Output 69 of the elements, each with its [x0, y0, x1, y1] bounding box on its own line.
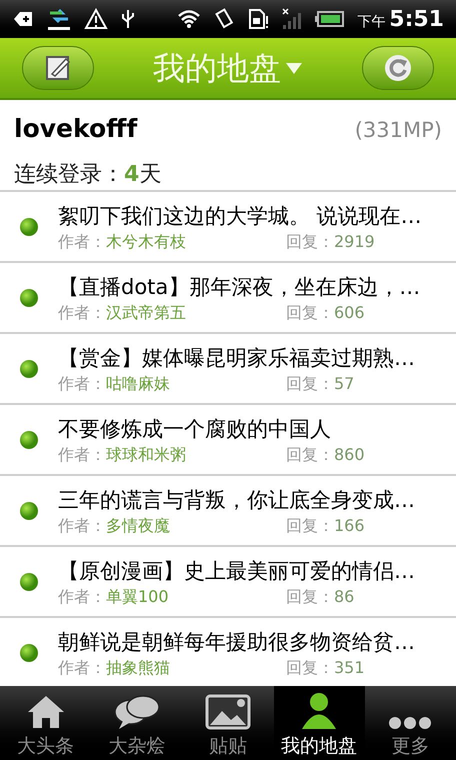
post-title: 三年的谎言与背叛，你让底全身变成… [58, 486, 415, 514]
bullet-icon [19, 572, 39, 592]
bullet-icon [19, 358, 39, 378]
bullet-icon [19, 288, 39, 308]
author-name: 木兮木有枝 [106, 230, 186, 252]
author-name: 汉武帝第五 [106, 302, 186, 324]
reply-count: 57 [334, 372, 354, 394]
sync-icon [46, 7, 72, 31]
battery-icon [315, 10, 346, 28]
refresh-button[interactable] [362, 46, 434, 90]
edit-icon [44, 54, 72, 82]
time-period: 下午 [357, 12, 386, 32]
tab-bar-item[interactable]: 大杂烩 [91, 686, 182, 760]
picture-icon [204, 694, 251, 730]
bullet-icon [19, 216, 39, 236]
post-title: 【原创漫画】史上最美丽可爱的情侣… [58, 558, 415, 584]
tab-bar-item[interactable]: 大头条 [0, 686, 92, 760]
caret-icon [285, 61, 303, 75]
wifi-icon [177, 9, 202, 29]
points-label: (331MP) [354, 117, 442, 144]
author-label: 作者： [58, 302, 106, 324]
reply-label: 回复： [286, 444, 334, 466]
author-name: 咕噜麻妹 [106, 372, 170, 394]
bullet-icon [19, 642, 39, 662]
tab-bar-item[interactable]: 更多 [364, 686, 456, 760]
bullet-icon [19, 430, 39, 450]
reply-count: 860 [334, 444, 365, 466]
signal-icon [281, 7, 304, 31]
refresh-icon [383, 53, 413, 83]
author-label: 作者： [58, 656, 106, 678]
reply-count: 351 [334, 656, 365, 678]
author-name: 多情夜魔 [106, 514, 170, 536]
vibrate-icon [213, 8, 236, 30]
post-title: 絮叨下我们这边的大学城。 说说现在… [58, 202, 422, 230]
reply-count: 86 [334, 586, 354, 608]
speech-bubbles-icon [112, 694, 161, 730]
reply-label: 回复： [286, 230, 334, 252]
author-name: 单翼100 [106, 586, 169, 608]
author-label: 作者： [58, 444, 106, 466]
tab-bar-item[interactable]: 贴贴 [182, 686, 274, 760]
author-name: 球球和米粥 [106, 444, 186, 466]
reply-count: 166 [334, 514, 365, 536]
login-streak: 连续登录：4天 [14, 160, 162, 188]
reply-label: 回复： [286, 586, 334, 608]
reply-count: 2919 [334, 230, 375, 252]
reply-label: 回复： [286, 372, 334, 394]
usb-icon [120, 8, 136, 30]
notification-icon [12, 9, 34, 29]
post-title: 【直播dota】那年深夜，坐在床边，… [58, 274, 420, 300]
post-title: 【赏金】媒体曝昆明家乐福卖过期熟… [58, 344, 415, 372]
author-label: 作者： [58, 372, 106, 394]
author-label: 作者： [58, 514, 106, 536]
reply-count: 606 [334, 302, 365, 324]
bullet-icon [19, 500, 39, 520]
more-icon [388, 716, 432, 730]
post-title: 不要修炼成一个腐败的中国人 [58, 416, 332, 442]
house-icon [26, 694, 66, 730]
warning-icon [84, 8, 108, 30]
reply-label: 回复： [286, 514, 334, 536]
author-label: 作者： [58, 586, 106, 608]
reply-label: 回复： [286, 656, 334, 678]
reply-label: 回复： [286, 302, 334, 324]
compose-button[interactable] [22, 46, 94, 90]
post-title: 朝鲜说是朝鲜每年援助很多物资给贫… [58, 628, 415, 656]
clock-time: 5:51 [389, 6, 444, 34]
username: lovekofff [14, 113, 138, 145]
author-label: 作者： [58, 230, 106, 252]
sim-card-icon [247, 8, 270, 30]
author-name: 抽象熊猫 [106, 656, 170, 678]
